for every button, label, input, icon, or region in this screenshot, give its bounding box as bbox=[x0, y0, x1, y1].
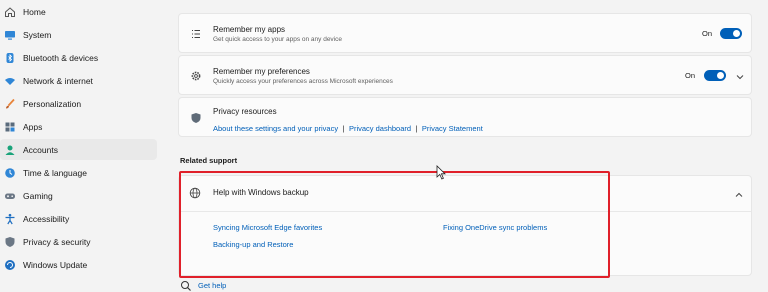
related-support-heading: Related support bbox=[180, 156, 238, 165]
privacy-dashboard-link[interactable]: Privacy dashboard bbox=[349, 124, 411, 133]
sidebar-item-network[interactable]: Network & internet bbox=[0, 70, 157, 91]
list-icon bbox=[189, 27, 203, 41]
sidebar-item-label: Apps bbox=[23, 121, 43, 132]
toggle-state-label: On bbox=[702, 29, 713, 38]
card-title: Remember my apps bbox=[213, 25, 286, 34]
backup-restore-link[interactable]: Backing-up and Restore bbox=[213, 240, 293, 249]
update-icon bbox=[3, 258, 17, 272]
get-help-link[interactable]: Get help bbox=[198, 281, 226, 290]
sidebar-item-label: System bbox=[23, 29, 52, 40]
sidebar-item-windows-update[interactable]: Windows Update bbox=[0, 254, 157, 275]
privacy-statement-link[interactable]: Privacy Statement bbox=[422, 124, 483, 133]
sidebar-item-label: Network & internet bbox=[23, 75, 93, 86]
chevron-down-icon[interactable] bbox=[735, 69, 745, 80]
mouse-cursor-icon bbox=[436, 165, 446, 181]
sidebar-item-gaming[interactable]: Gaming bbox=[0, 185, 157, 206]
sidebar-item-label: Accessibility bbox=[23, 213, 70, 224]
remember-preferences-toggle[interactable] bbox=[704, 70, 726, 81]
get-help-row[interactable]: Get help bbox=[180, 279, 226, 291]
sidebar-item-label: Privacy & security bbox=[23, 236, 91, 247]
sidebar-nav: Home System Bluetooth & devices Network … bbox=[0, 0, 160, 292]
link-separator: | bbox=[415, 124, 418, 133]
chevron-up-icon[interactable] bbox=[734, 187, 744, 197]
bluetooth-icon bbox=[3, 51, 17, 65]
time-language-icon bbox=[3, 166, 17, 180]
help-icon bbox=[180, 279, 192, 291]
privacy-resources-card: Privacy resources About these settings a… bbox=[178, 97, 752, 137]
card-subtitle: Get quick access to your apps on any dev… bbox=[213, 36, 342, 43]
globe-icon bbox=[189, 186, 203, 200]
sidebar-item-label: Windows Update bbox=[23, 259, 88, 270]
privacy-links-row: About these settings and your privacy | … bbox=[213, 118, 483, 136]
sidebar-item-label: Time & language bbox=[23, 167, 87, 178]
home-icon bbox=[3, 5, 17, 19]
link-separator: | bbox=[342, 124, 345, 133]
brush-icon bbox=[3, 97, 17, 111]
privacy-settings-link[interactable]: About these settings and your privacy bbox=[213, 124, 338, 133]
shield-icon bbox=[189, 111, 203, 125]
card-title: Privacy resources bbox=[213, 107, 277, 116]
sidebar-item-label: Gaming bbox=[23, 190, 53, 201]
divider bbox=[179, 211, 751, 212]
help-windows-backup-card: Help with Windows backup Syncing Microso… bbox=[178, 175, 752, 276]
toggle-state-label: On bbox=[685, 71, 696, 80]
remember-preferences-card[interactable]: Remember my preferences Quickly access y… bbox=[178, 55, 752, 95]
gaming-icon bbox=[3, 189, 17, 203]
network-icon bbox=[3, 74, 17, 88]
gear-icon bbox=[189, 69, 203, 83]
edge-favorites-link[interactable]: Syncing Microsoft Edge favorites bbox=[213, 223, 322, 232]
sidebar-item-label: Bluetooth & devices bbox=[23, 52, 99, 63]
apps-icon bbox=[3, 120, 17, 134]
sidebar-item-label: Personalization bbox=[23, 98, 82, 109]
system-icon bbox=[3, 28, 17, 42]
sidebar-item-time-language[interactable]: Time & language bbox=[0, 162, 157, 183]
accounts-icon bbox=[3, 143, 17, 157]
card-title: Remember my preferences bbox=[213, 67, 310, 76]
sidebar-item-apps[interactable]: Apps bbox=[0, 116, 157, 137]
sidebar-item-label: Accounts bbox=[23, 144, 58, 155]
sidebar-item-home[interactable]: Home bbox=[0, 1, 157, 22]
sidebar-item-label: Home bbox=[23, 6, 46, 17]
sidebar-item-privacy-security[interactable]: Privacy & security bbox=[0, 231, 157, 252]
sidebar-item-bluetooth[interactable]: Bluetooth & devices bbox=[0, 47, 157, 68]
shield-icon bbox=[3, 235, 17, 249]
remember-apps-toggle[interactable] bbox=[720, 28, 742, 39]
help-title: Help with Windows backup bbox=[213, 188, 309, 197]
sidebar-item-system[interactable]: System bbox=[0, 24, 157, 45]
sidebar-item-accounts[interactable]: Accounts bbox=[0, 139, 157, 160]
accessibility-icon bbox=[3, 212, 17, 226]
card-subtitle: Quickly access your preferences across M… bbox=[213, 78, 393, 85]
sidebar-item-accessibility[interactable]: Accessibility bbox=[0, 208, 157, 229]
sidebar-item-personalization[interactable]: Personalization bbox=[0, 93, 157, 114]
remember-apps-card: Remember my apps Get quick access to you… bbox=[178, 13, 752, 53]
onedrive-sync-link[interactable]: Fixing OneDrive sync problems bbox=[443, 223, 547, 232]
help-expander-header[interactable]: Help with Windows backup bbox=[179, 176, 751, 211]
